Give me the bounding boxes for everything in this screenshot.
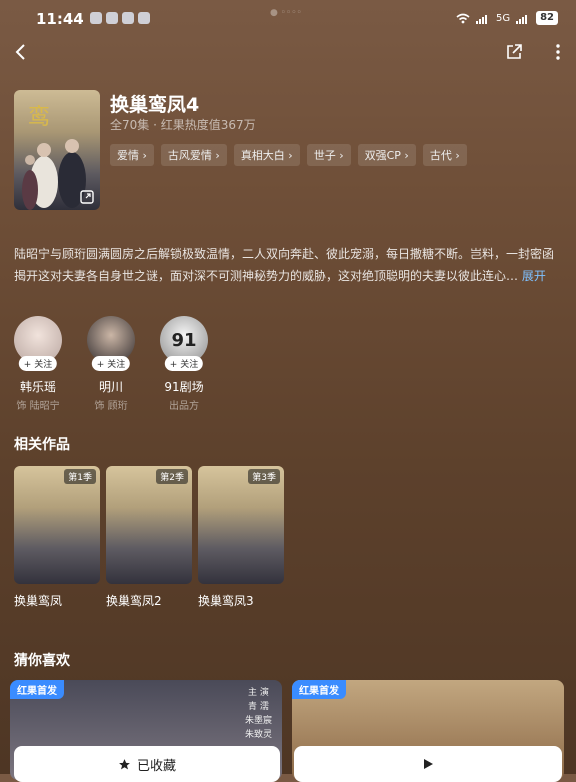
card-credits: 主 演 青 濡 朱墨宸 朱致灵 [245, 686, 272, 742]
star-icon [119, 758, 130, 769]
tag-chip[interactable]: 古代 › [422, 144, 467, 166]
chevron-left-icon [15, 44, 25, 60]
related-work-card[interactable]: 第1季 换巢鸾凤 [14, 466, 100, 609]
tag-chip[interactable]: 双强CP › [357, 144, 416, 166]
expand-link[interactable]: 展开 [522, 269, 546, 283]
tag-chip[interactable]: 古风爱情 › [160, 144, 227, 166]
status-time: 11:44 [36, 10, 84, 28]
first-release-badge: 红果首发 [292, 680, 346, 699]
status-right: 5G 82 [456, 11, 558, 25]
cast-member[interactable]: + 关注 明川 饰 顾珩 [76, 316, 146, 412]
play-button[interactable] [294, 746, 562, 782]
description-text: 陆昭宁与顾珩圆满圆房之后解锁极致温情，二人双向奔赴、彼此宠溺，每日撒糖不断。岂料… [14, 247, 555, 283]
app-notification-icon [122, 12, 134, 24]
studio-logo-text: 91 [171, 329, 197, 351]
first-release-badge: 红果首发 [10, 680, 64, 699]
notification-icons [90, 12, 150, 24]
app-notification-icon [90, 12, 102, 24]
tag-list: 爱情 › 古风爱情 › 真相大白 › 世子 › 双强CP › 古代 › [110, 144, 467, 166]
show-title: 换巢鸾凤4 [110, 94, 200, 116]
work-title: 换巢鸾凤2 [106, 594, 162, 608]
recommend-section-title: 猜你喜欢 [14, 653, 70, 669]
show-description: 陆昭宁与顾珩圆满圆房之后解锁极致温情，二人双向奔赴、彼此宠溺，每日撒糖不断。岂料… [14, 243, 562, 287]
show-subtitle: 全70集 · 红果热度值367万 [110, 118, 256, 132]
cast-role: 饰 陆昭宁 [16, 401, 60, 412]
battery-indicator: 82 [536, 11, 558, 25]
credit-line: 朱致灵 [244, 730, 272, 740]
season-badge: 第3季 [248, 469, 280, 484]
share-button[interactable] [502, 40, 526, 64]
app-notification-icon [138, 12, 150, 24]
favorite-button[interactable]: 已收藏 [14, 746, 280, 782]
favorite-label: 已收藏 [136, 758, 176, 774]
person-avatar-icon: + 关注 [87, 316, 135, 371]
signal-icon [516, 14, 528, 24]
related-work-card[interactable]: 第2季 换巢鸾凤2 [106, 466, 192, 609]
studio-logo-icon: 91 + 关注 [160, 316, 208, 371]
cast-role: 出品方 [169, 401, 199, 412]
cast-member[interactable]: 91 + 关注 91剧场 出品方 [149, 316, 219, 412]
follow-button[interactable]: + 关注 [91, 356, 131, 371]
tag-chip[interactable]: 真相大白 › [233, 144, 300, 166]
pip-icon[interactable] [80, 190, 94, 204]
app-notification-icon [106, 12, 118, 24]
work-title: 换巢鸾凤3 [198, 594, 254, 608]
credit-line: 主 演 [248, 688, 269, 698]
camera-dot: ● ◦◦◦◦ [270, 8, 302, 18]
play-icon [424, 759, 433, 769]
person-avatar-icon: + 关注 [14, 316, 62, 371]
network-label: 5G [495, 12, 511, 24]
signal-icon [475, 14, 487, 24]
wifi-icon [456, 13, 470, 23]
cast-name: 91剧场 [164, 380, 204, 394]
more-button[interactable] [546, 40, 570, 64]
follow-button[interactable]: + 关注 [164, 356, 204, 371]
cast-name: 韩乐瑶 [19, 380, 56, 394]
cast-member[interactable]: + 关注 韩乐瑶 饰 陆昭宁 [3, 316, 73, 412]
work-title: 换巢鸾凤 [14, 594, 63, 608]
work-poster: 第3季 [198, 466, 284, 584]
credit-line: 朱墨宸 [244, 716, 272, 726]
svg-text:鸾: 鸾 [28, 105, 50, 130]
tag-chip[interactable]: 世子 › [306, 144, 351, 166]
follow-button[interactable]: + 关注 [18, 356, 58, 371]
credit-line: 青 濡 [248, 702, 269, 712]
related-work-card[interactable]: 第3季 换巢鸾凤3 [198, 466, 284, 609]
tag-chip[interactable]: 爱情 › [110, 144, 154, 166]
share-icon [507, 44, 522, 59]
work-poster: 第2季 [106, 466, 192, 584]
season-badge: 第1季 [64, 469, 96, 484]
related-section-title: 相关作品 [14, 437, 70, 453]
more-vertical-icon [556, 44, 560, 60]
work-poster: 第1季 [14, 466, 100, 584]
season-badge: 第2季 [156, 469, 188, 484]
back-button[interactable] [8, 40, 32, 64]
show-poster[interactable]: 鸾 [14, 90, 100, 210]
cast-name: 明川 [98, 380, 123, 394]
cast-role: 饰 顾珩 [94, 401, 128, 412]
